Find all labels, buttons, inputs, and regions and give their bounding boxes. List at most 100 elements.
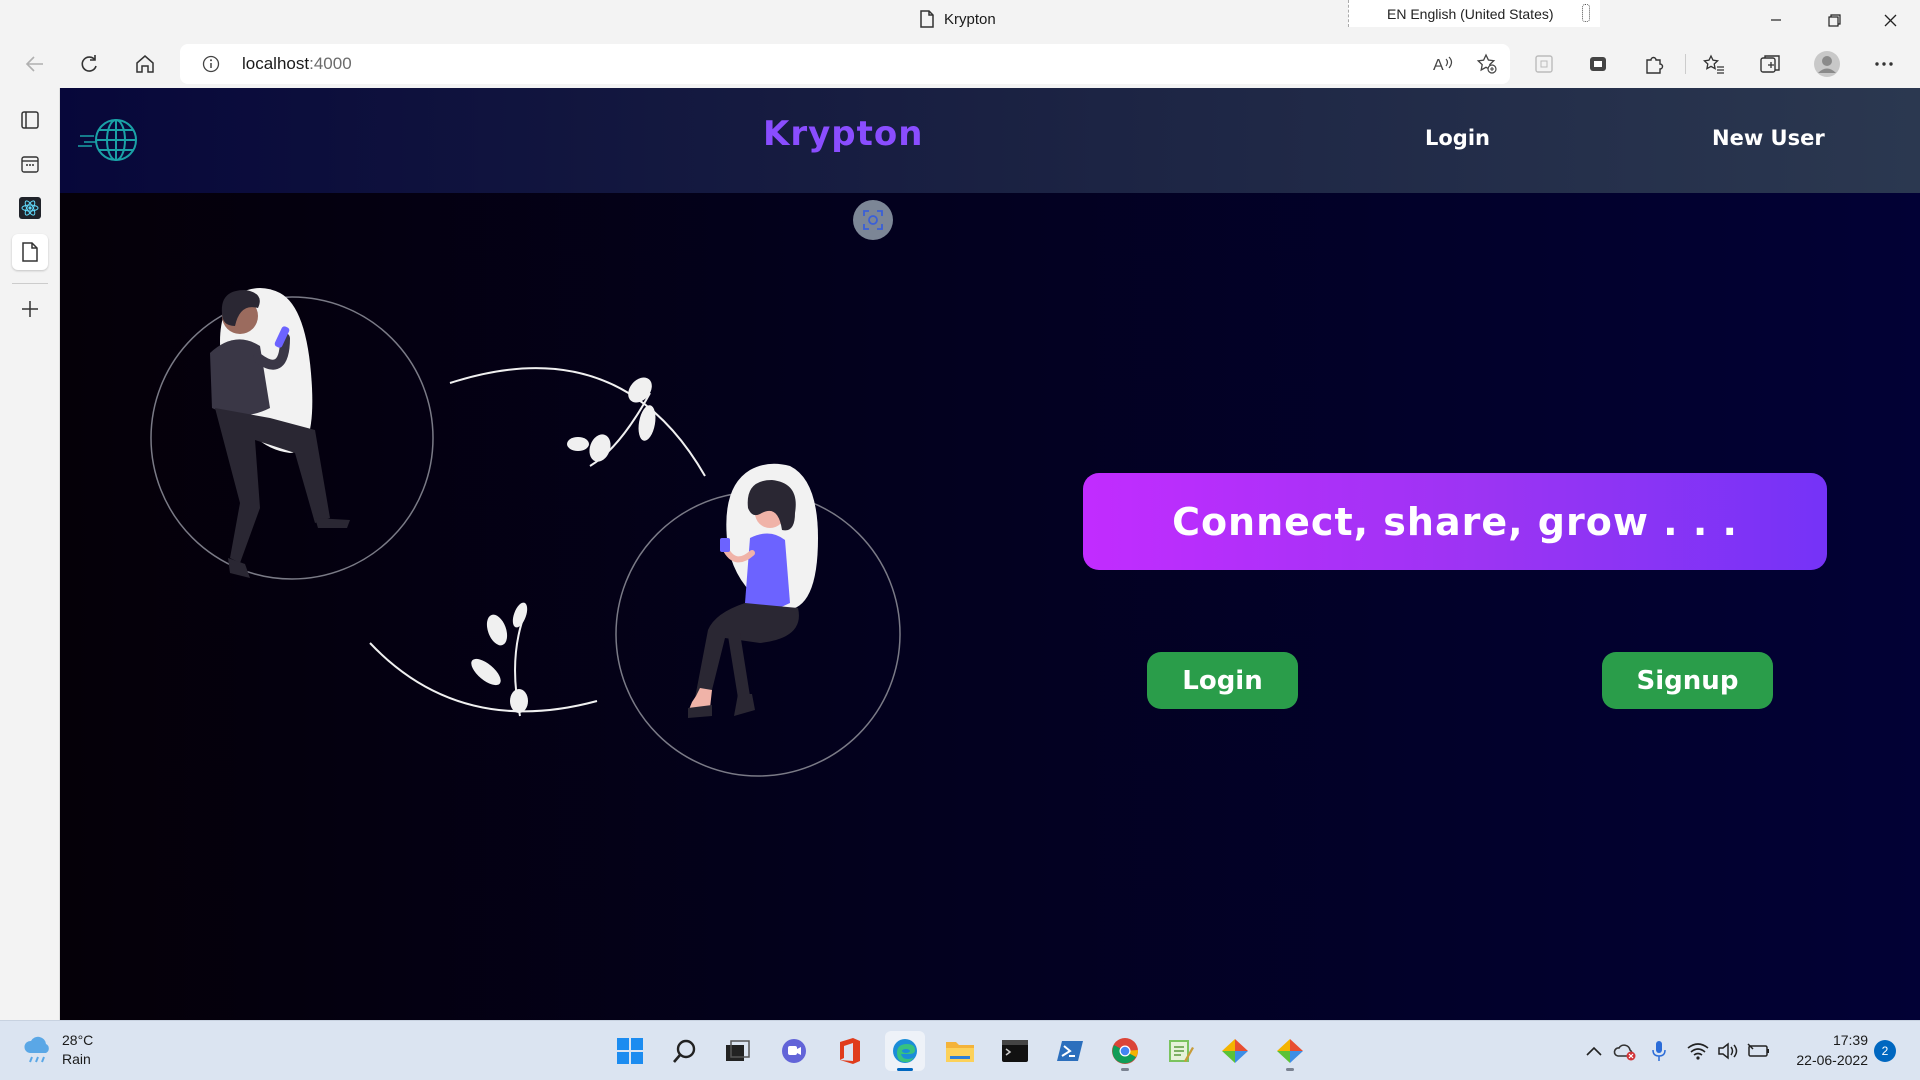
close-button[interactable] [1862, 0, 1918, 40]
collections-icon [1760, 55, 1780, 73]
weather-temp: 28°C [62, 1032, 94, 1048]
powershell-button[interactable] [1050, 1031, 1090, 1071]
calendar-button[interactable] [12, 146, 48, 182]
address-bar[interactable]: localhost:4000 A [180, 44, 1510, 84]
office-button[interactable] [830, 1031, 870, 1071]
browser-sidebar [0, 88, 60, 1020]
search-icon [673, 1039, 696, 1063]
toolbar-divider [1685, 54, 1686, 74]
battery-charging-icon [1747, 1043, 1769, 1057]
back-arrow-icon [25, 56, 43, 72]
url-text[interactable]: localhost:4000 [242, 54, 352, 74]
url-port: :4000 [309, 54, 352, 73]
extensions-button[interactable] [1637, 48, 1671, 80]
web-capture-icon [1590, 57, 1606, 71]
windows-taskbar: 28°C Rain 17:39 22-06-2022 2 [0, 1020, 1920, 1080]
add-sidebar-item-button[interactable] [12, 291, 48, 327]
profile-button[interactable] [1810, 48, 1844, 80]
weather-widget[interactable]: 28°C Rain [22, 1031, 93, 1069]
collections-button[interactable] [1753, 48, 1787, 80]
refresh-button[interactable] [72, 48, 106, 80]
extension-2-button[interactable] [1581, 48, 1615, 80]
leaves-bottom [471, 602, 528, 717]
terminal-icon [1002, 1040, 1028, 1062]
read-aloud-button[interactable]: A [1426, 48, 1460, 80]
microphone-button[interactable] [1647, 1039, 1671, 1063]
calendar-icon [21, 156, 39, 173]
git-button-1[interactable] [1215, 1031, 1255, 1071]
git-icon [1277, 1039, 1303, 1063]
browser-tab[interactable]: Krypton [920, 10, 996, 28]
start-button[interactable] [610, 1031, 650, 1071]
minimize-button[interactable] [1748, 0, 1804, 40]
chevron-up-icon [1586, 1046, 1602, 1056]
site-navbar: Krypton Login New User [60, 88, 1920, 193]
git-button-2[interactable] [1270, 1031, 1310, 1071]
onedrive-button[interactable] [1613, 1039, 1637, 1063]
task-view-button[interactable] [718, 1031, 758, 1071]
show-hidden-icons-button[interactable] [1582, 1039, 1606, 1063]
task-view-icon [726, 1040, 750, 1061]
favorites-button[interactable] [1697, 48, 1731, 80]
nav-login-link[interactable]: Login [1425, 126, 1490, 150]
page-icon [920, 10, 934, 28]
volume-icon [1718, 1042, 1738, 1060]
nav-new-user-link[interactable]: New User [1712, 126, 1825, 150]
running-indicator [897, 1068, 913, 1071]
restore-button[interactable] [1806, 0, 1862, 40]
battery-button[interactable] [1747, 1039, 1771, 1063]
vine-arc-top [449, 367, 706, 477]
cloud-error-icon [1613, 1044, 1636, 1061]
chrome-button[interactable] [1105, 1031, 1145, 1071]
office-icon [840, 1038, 860, 1064]
language-toggle-icon [1582, 4, 1590, 22]
search-button[interactable] [665, 1031, 705, 1071]
extension-square-icon [1535, 55, 1553, 73]
add-icon [22, 301, 38, 317]
notepad-button[interactable] [1160, 1031, 1200, 1071]
tab-actions-icon [21, 111, 39, 129]
windows-start-icon [617, 1038, 643, 1064]
clock-date: 22-06-2022 [1796, 1052, 1868, 1068]
tab-actions-button[interactable] [12, 102, 48, 138]
teams-chat-button[interactable] [774, 1031, 814, 1071]
settings-more-button[interactable] [1867, 48, 1901, 80]
back-button[interactable] [18, 48, 52, 80]
site-info-icon[interactable] [202, 55, 220, 73]
rain-cloud-icon [24, 1036, 49, 1063]
globe-logo-icon[interactable] [78, 116, 142, 164]
terminal-button[interactable] [995, 1031, 1035, 1071]
favorites-icon [1703, 54, 1724, 74]
star-add-icon [1476, 53, 1497, 74]
clock-time: 17:39 [1832, 1032, 1868, 1048]
language-label: EN English (United States) [1387, 5, 1554, 22]
react-devtools-button[interactable] [12, 190, 48, 226]
current-page-button[interactable] [12, 234, 48, 270]
person-left [210, 288, 350, 578]
home-button[interactable] [128, 48, 162, 80]
tab-title: Krypton [944, 10, 996, 28]
language-indicator[interactable]: EN English (United States) [1348, 0, 1600, 27]
file-explorer-button[interactable] [940, 1031, 980, 1071]
powershell-icon [1057, 1041, 1083, 1061]
wifi-button[interactable] [1686, 1039, 1710, 1063]
brand-title[interactable]: Krypton [763, 114, 923, 154]
svg-text:A: A [1433, 57, 1444, 73]
home-icon [136, 55, 154, 73]
notification-badge[interactable]: 2 [1874, 1040, 1896, 1062]
refresh-icon [81, 55, 97, 72]
system-clock[interactable]: 17:39 22-06-2022 [1778, 1030, 1868, 1070]
restore-icon [1827, 13, 1841, 27]
edge-button[interactable] [885, 1031, 925, 1071]
extension-1-button[interactable] [1527, 48, 1561, 80]
signup-button[interactable]: Signup [1602, 652, 1773, 709]
hero-illustration [150, 288, 901, 777]
sidebar-divider [12, 283, 48, 284]
browser-toolbar: localhost:4000 A [0, 40, 1920, 88]
web-page: Krypton Login New User Connect, share, g… [60, 88, 1920, 1020]
login-button[interactable]: Login [1147, 652, 1298, 709]
notepad-icon [1169, 1040, 1194, 1062]
wifi-icon [1687, 1043, 1709, 1060]
add-favorite-button[interactable] [1470, 48, 1504, 80]
volume-button[interactable] [1716, 1039, 1740, 1063]
